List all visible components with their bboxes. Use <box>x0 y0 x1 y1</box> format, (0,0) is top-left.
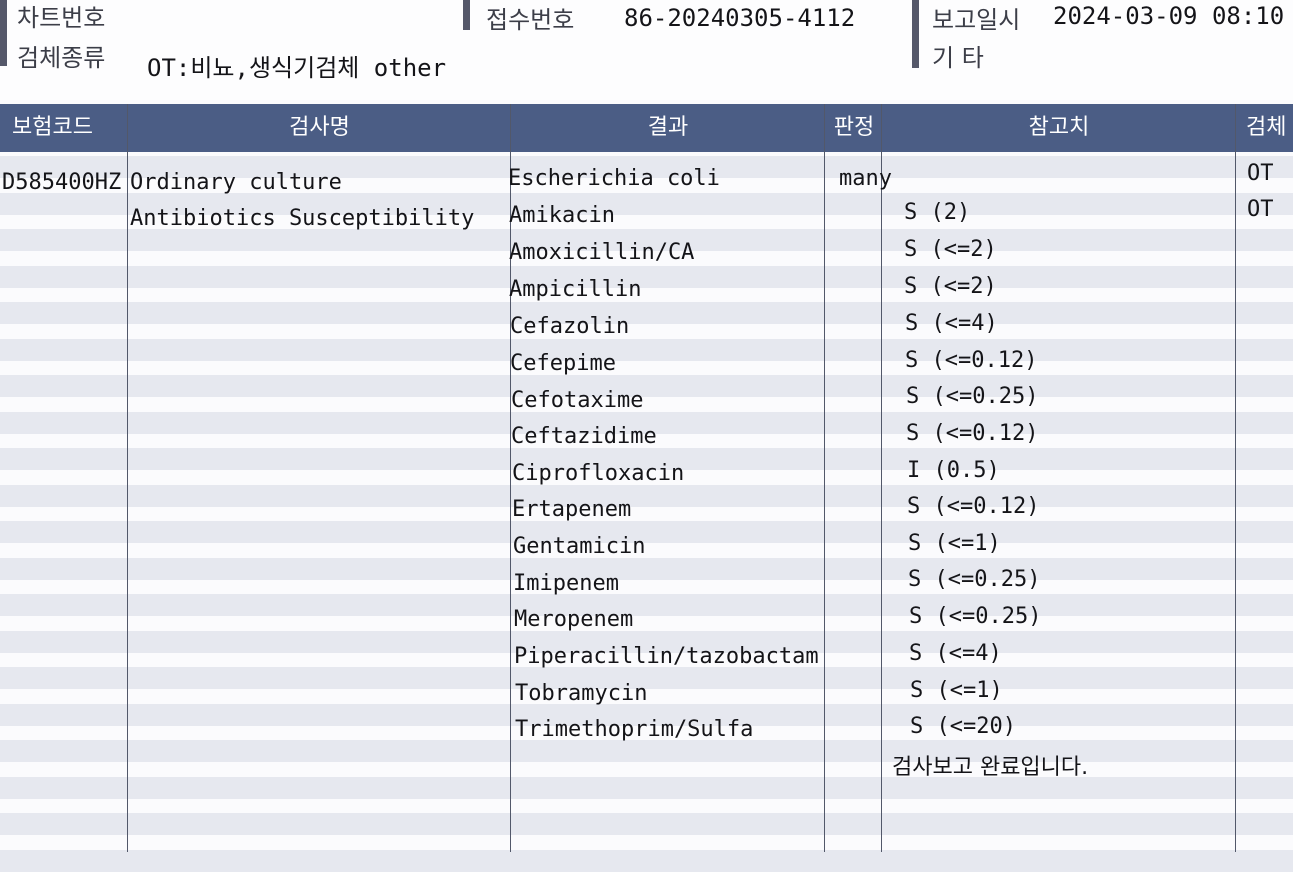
susceptibility-value: S (<=4) <box>905 311 998 336</box>
susceptibility-value: S (<=0.12) <box>906 421 1039 446</box>
column-header-judgement: 판정 <box>833 115 875 140</box>
antibiotic-name: Cefazolin <box>510 314 630 339</box>
susceptibility-value: S (<=0.25) <box>909 604 1042 629</box>
misc-label: 기 타 <box>932 44 984 72</box>
organism-judgement: many <box>839 166 892 191</box>
receipt-number-label: 접수번호 <box>486 6 575 34</box>
column-header-specimen: 검체 <box>1246 115 1287 140</box>
antibiotic-name: Ampicillin <box>509 277 642 302</box>
susceptibility-value: S (<=2) <box>904 237 997 262</box>
antibiotic-name: Gentamicin <box>513 534 646 559</box>
completion-note: 검사보고 완료입니다. <box>892 755 1089 780</box>
antibiotic-name: Cefotaxime <box>511 388 644 413</box>
column-divider <box>1235 104 1236 852</box>
column-divider <box>127 104 128 852</box>
chart-number-label: 차트번호 <box>17 4 106 32</box>
column-header-reference: 참고치 <box>1028 115 1090 140</box>
column-divider <box>881 104 882 852</box>
antibiotic-name: Imipenem <box>513 571 619 596</box>
test-name-cell: Ordinary culture <box>130 170 342 195</box>
organism-result: Escherichia coli <box>508 166 720 191</box>
susceptibility-value: S (<=0.12) <box>907 494 1040 519</box>
header-divider-middle <box>463 0 470 30</box>
header-divider-left <box>0 0 7 66</box>
specimen-cell: OT <box>1247 197 1274 222</box>
susceptibility-value: S (<=1) <box>910 678 1003 703</box>
antibiotic-name: Amikacin <box>509 203 615 228</box>
antibiotic-name: Ceftazidime <box>511 424 657 449</box>
specimen-type-value: OT:비뇨,생식기검체 other <box>147 54 447 82</box>
report-datetime-label: 보고일시 <box>932 6 1021 34</box>
susceptibility-value: S (<=0.25) <box>906 384 1039 409</box>
antibiotic-name: Piperacillin/tazobactam <box>514 644 819 669</box>
susceptibility-value: S (<=1) <box>908 531 1001 556</box>
antibiotic-name: Tobramycin <box>515 681 648 706</box>
column-header-insurance-code: 보험코드 <box>12 115 93 140</box>
test-name-cell: Antibiotics Susceptibility <box>130 206 475 231</box>
antibiotic-name: Ciprofloxacin <box>512 461 685 486</box>
header-divider-right <box>912 0 919 68</box>
report-datetime-value: 2024-03-09 08:10 <box>1053 2 1285 30</box>
specimen-cell: OT <box>1247 161 1274 186</box>
antibiotic-name: Trimethoprim/Sulfa <box>515 717 754 742</box>
column-header-result: 결과 <box>647 115 689 140</box>
susceptibility-value: I (0.5) <box>907 458 1000 483</box>
antibiotic-name: Amoxicillin/CA <box>509 240 695 265</box>
insurance-code-cell: D585400HZ <box>2 170 122 195</box>
susceptibility-value: S (<=0.12) <box>905 348 1038 373</box>
antibiotic-name: Cefepime <box>510 351 616 376</box>
specimen-type-label: 검체종류 <box>17 44 106 72</box>
receipt-number-value: 86-20240305-4112 <box>624 4 856 32</box>
antibiotic-name: Ertapenem <box>512 497 632 522</box>
susceptibility-value: S (2) <box>904 200 971 225</box>
susceptibility-value: S (<=4) <box>909 641 1002 666</box>
column-divider <box>824 104 825 852</box>
column-header-test-name: 검사명 <box>289 115 350 140</box>
antibiotic-name: Meropenem <box>514 607 634 632</box>
susceptibility-value: S (<=2) <box>904 274 997 299</box>
susceptibility-value: S (<=0.25) <box>908 567 1041 592</box>
susceptibility-value: S (<=20) <box>910 714 1016 739</box>
